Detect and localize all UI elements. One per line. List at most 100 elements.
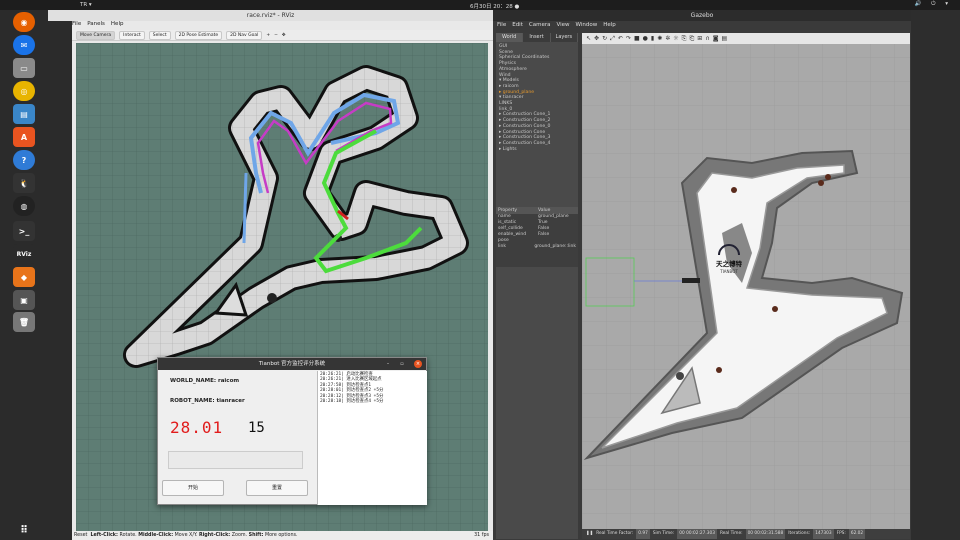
terminal-icon[interactable]: >_ bbox=[13, 221, 35, 241]
software-icon[interactable]: A bbox=[13, 127, 35, 147]
start-button[interactable]: 开始 bbox=[162, 480, 224, 496]
apps-grid-icon[interactable]: ⠿ bbox=[13, 520, 35, 540]
close-icon[interactable]: × bbox=[414, 360, 422, 368]
help-icon[interactable]: ? bbox=[13, 150, 35, 170]
rviz-side-panel-collapsed bbox=[48, 21, 72, 540]
interact-tool[interactable]: Interact bbox=[119, 30, 145, 40]
move-camera-tool[interactable]: Move Camera bbox=[76, 30, 116, 40]
gazebo-title-bar: Gazebo bbox=[493, 10, 911, 21]
gazebo-menu-bar: File Edit Camera View Window Help bbox=[497, 22, 616, 28]
spot-light-icon[interactable]: ✲ bbox=[665, 35, 670, 42]
point-light-icon[interactable]: ✺ bbox=[657, 35, 662, 42]
system-tray[interactable]: 🔊 ⏻ ▾ bbox=[915, 1, 952, 8]
gazebo-view-toolbar: ↖ ✥ ↻ ⤢ ↶ ↷ ■ ● ▮ ✺ ✲ ☼ ⎘ ⎗ ⊞ ∩ ◙ ▤ bbox=[582, 33, 910, 44]
gz-menu-view[interactable]: View bbox=[556, 22, 569, 28]
copy-icon[interactable]: ⎘ bbox=[682, 35, 687, 43]
prop-header-value: Value bbox=[538, 208, 551, 213]
clock[interactable]: 6月30日 20：28 ● bbox=[470, 2, 519, 10]
screenshot-icon[interactable]: ◙ bbox=[713, 35, 719, 42]
score-display: 15 bbox=[248, 420, 265, 436]
menu-help[interactable]: Help bbox=[111, 21, 124, 29]
firefox-icon[interactable]: ◉ bbox=[13, 12, 35, 32]
rviz-toolbar: Move Camera Interact Select 2D Pose Esti… bbox=[72, 30, 493, 41]
log-panel: 20:26:21| 启动比赛检查 20:26:21| 进入比赛区域起点 20:2… bbox=[317, 371, 427, 505]
files-icon[interactable]: ▭ bbox=[13, 58, 35, 78]
remove-tool-icon[interactable]: − bbox=[274, 33, 278, 38]
gazebo-left-panel: World Insert Layers GUI Scene Spherical … bbox=[496, 33, 578, 539]
dock: ◉ ✉ ▭ ◎ ▤ A ? 🐧 ◍ >_ RViz ◆ ▣ 🗑 ⠿ bbox=[0, 10, 48, 540]
logo-subtext: TIANBOT bbox=[719, 269, 738, 274]
undo-icon[interactable]: ↶ bbox=[618, 35, 623, 42]
qq-icon[interactable]: 🐧 bbox=[13, 173, 35, 193]
minimize-icon[interactable]: – bbox=[384, 360, 392, 368]
iterations-label: Iterations: bbox=[788, 531, 811, 536]
gz-menu-window[interactable]: Window bbox=[576, 22, 598, 28]
hint-right-value: Zoom. bbox=[230, 533, 249, 538]
cone-1 bbox=[731, 187, 737, 193]
gz-menu-help[interactable]: Help bbox=[603, 22, 616, 28]
cone-5 bbox=[716, 367, 722, 373]
box-icon[interactable]: ■ bbox=[634, 35, 640, 42]
rhythmbox-icon[interactable]: ◎ bbox=[13, 81, 35, 101]
add-tool-icon[interactable]: + bbox=[266, 33, 270, 38]
iterations-value: 147303 bbox=[813, 529, 834, 539]
redo-icon[interactable]: ↷ bbox=[626, 35, 631, 42]
reset-score-button[interactable]: 重置 bbox=[246, 480, 308, 496]
select-tool[interactable]: Select bbox=[148, 30, 171, 40]
gz-menu-edit[interactable]: Edit bbox=[512, 22, 523, 28]
start-line bbox=[682, 278, 700, 283]
menu-panels[interactable]: Panels bbox=[87, 21, 105, 29]
snap-icon[interactable]: ∩ bbox=[705, 35, 709, 42]
tab-world[interactable]: World bbox=[496, 33, 524, 42]
tree-item[interactable]: ▸ Lights bbox=[499, 147, 579, 153]
align-icon[interactable]: ⊞ bbox=[697, 35, 702, 42]
play-pause-icon[interactable]: ❚❚ bbox=[586, 529, 593, 539]
select-mode-icon[interactable]: ↖ bbox=[586, 35, 591, 42]
libreoffice-icon[interactable]: ▤ bbox=[13, 104, 35, 124]
hint-left-value: Rotate. bbox=[117, 533, 139, 538]
hint-middle-label: Middle-Click: bbox=[138, 533, 174, 538]
prop-value[interactable]: False bbox=[538, 232, 549, 238]
thunderbird-icon[interactable]: ✉ bbox=[13, 35, 35, 55]
robot-name-label: ROBOT_NAME: tianracer bbox=[170, 398, 245, 404]
reset-button[interactable]: Reset bbox=[74, 533, 87, 538]
rviz-icon[interactable]: RViz bbox=[13, 244, 35, 264]
gazebo-window: Gazebo File Edit Camera View Window Help… bbox=[493, 10, 960, 540]
move-tool-icon[interactable]: ✥ bbox=[282, 33, 286, 38]
real-time-label: Real Time: bbox=[719, 531, 743, 536]
activities-button[interactable]: TR ▾ bbox=[80, 2, 92, 8]
paste-icon[interactable]: ⎗ bbox=[689, 35, 694, 43]
translate-icon[interactable]: ✥ bbox=[594, 35, 599, 42]
layers-icon[interactable]: ◆ bbox=[13, 267, 35, 287]
gz-menu-camera[interactable]: Camera bbox=[529, 22, 551, 28]
scoring-dialog: Tianbot 官方监控评分系统 – ▫ × WORLD_NAME: raico… bbox=[157, 357, 427, 505]
robot bbox=[676, 372, 684, 380]
progress-bar bbox=[168, 451, 303, 469]
hint-right-label: Right-Click: bbox=[198, 533, 231, 538]
tab-insert[interactable]: Insert bbox=[523, 33, 551, 42]
scale-icon[interactable]: ⤢ bbox=[610, 35, 615, 43]
system-top-bar: TR ▾ 6月30日 20：28 ● 🔊 ⏻ ▾ bbox=[0, 0, 960, 10]
gazebo-3d-view[interactable]: 天之博特 TIANBOT bbox=[582, 33, 910, 529]
tab-layers[interactable]: Layers bbox=[550, 33, 578, 42]
sphere-icon[interactable]: ● bbox=[643, 35, 648, 42]
nav-goal-tool[interactable]: 2D Nav Goal bbox=[226, 30, 263, 40]
gz-menu-file[interactable]: File bbox=[497, 22, 506, 28]
gazebo-status-bar: ❚❚ Real Time Factor: 0.97 Sim Time: 00 0… bbox=[582, 529, 910, 539]
directional-light-icon[interactable]: ☼ bbox=[673, 35, 678, 42]
gazebo-scene-render: 天之博特 TIANBOT bbox=[582, 33, 910, 529]
prop-value[interactable]: ground_plane::link bbox=[534, 244, 576, 250]
rotate-icon[interactable]: ↻ bbox=[602, 35, 607, 42]
hint-left-label: Left-Click: bbox=[90, 533, 118, 538]
rtf-value: 0.97 bbox=[636, 529, 650, 539]
menu-file[interactable]: File bbox=[72, 21, 81, 29]
gazebo-app-icon[interactable]: ▣ bbox=[13, 290, 35, 310]
prop-key: link bbox=[498, 244, 506, 249]
cylinder-icon[interactable]: ▮ bbox=[651, 35, 654, 42]
obs-icon[interactable]: ◍ bbox=[13, 196, 35, 216]
trash-icon[interactable]: 🗑 bbox=[13, 312, 35, 332]
pose-estimate-tool[interactable]: 2D Pose Estimate bbox=[174, 30, 223, 40]
cone-3 bbox=[818, 180, 824, 186]
record-icon[interactable]: ▤ bbox=[722, 35, 728, 42]
maximize-icon[interactable]: ▫ bbox=[398, 360, 406, 368]
